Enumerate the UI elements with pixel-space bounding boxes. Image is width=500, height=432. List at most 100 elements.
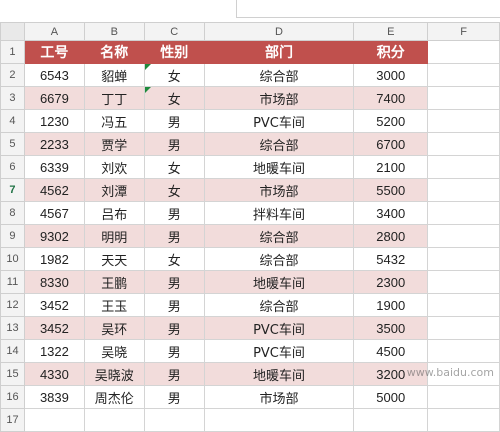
cell-gender[interactable]: 女: [143, 247, 205, 271]
cell-gender[interactable]: 男: [143, 339, 205, 363]
column-header-f[interactable]: F: [427, 22, 500, 41]
header-cell-gender[interactable]: 性别: [143, 40, 205, 64]
row-header[interactable]: 16: [0, 385, 25, 409]
cell-gender[interactable]: 女: [143, 155, 205, 179]
cell-name[interactable]: 周杰伦: [83, 385, 145, 409]
empty-cell[interactable]: [427, 408, 500, 432]
cell-name[interactable]: 贾学: [83, 132, 145, 156]
cell-department[interactable]: PVC车间: [203, 339, 355, 363]
cell-id[interactable]: 8330: [23, 270, 85, 294]
empty-cell[interactable]: [23, 408, 85, 432]
empty-cell[interactable]: [427, 339, 500, 363]
cell-name[interactable]: 吴晓: [83, 339, 145, 363]
cell-id[interactable]: 4567: [23, 201, 85, 225]
cell-department[interactable]: 综合部: [203, 224, 355, 248]
empty-cell[interactable]: [427, 224, 500, 248]
cell-name[interactable]: 刘欢: [83, 155, 145, 179]
cell-points[interactable]: 2800: [353, 224, 429, 248]
cell-name[interactable]: 吴环: [83, 316, 145, 340]
cell-id[interactable]: 2233: [23, 132, 85, 156]
cell-department[interactable]: 市场部: [203, 178, 355, 202]
cell-gender[interactable]: 男: [143, 362, 205, 386]
cell-points[interactable]: 7400: [353, 86, 429, 110]
cell-points[interactable]: 5000: [353, 385, 429, 409]
empty-cell[interactable]: [427, 385, 500, 409]
row-header[interactable]: 3: [0, 86, 25, 110]
empty-cell[interactable]: [427, 201, 500, 225]
row-header[interactable]: 7: [0, 178, 25, 202]
empty-cell[interactable]: [427, 270, 500, 294]
cell-id[interactable]: 1322: [23, 339, 85, 363]
cell-id[interactable]: 9302: [23, 224, 85, 248]
empty-cell[interactable]: [427, 316, 500, 340]
row-header[interactable]: 2: [0, 63, 25, 87]
cell-points[interactable]: 3400: [353, 201, 429, 225]
cell-id[interactable]: 6339: [23, 155, 85, 179]
header-cell-department[interactable]: 部门: [203, 40, 355, 64]
cell-id[interactable]: 3452: [23, 316, 85, 340]
empty-cell[interactable]: [427, 132, 500, 156]
cell-name[interactable]: 吕布: [83, 201, 145, 225]
cell-points[interactable]: 5200: [353, 109, 429, 133]
row-header[interactable]: 5: [0, 132, 25, 156]
cell-points[interactable]: 2100: [353, 155, 429, 179]
cell-department[interactable]: 地暖车间: [203, 155, 355, 179]
cell-gender[interactable]: 男: [143, 293, 205, 317]
empty-cell[interactable]: [427, 109, 500, 133]
cell-points[interactable]: 1900: [353, 293, 429, 317]
cell-points[interactable]: 5432: [353, 247, 429, 271]
row-header[interactable]: 1: [0, 40, 25, 64]
cell-department[interactable]: 综合部: [203, 293, 355, 317]
header-cell-name[interactable]: 名称: [83, 40, 145, 64]
cell-id[interactable]: 1230: [23, 109, 85, 133]
empty-cell[interactable]: [353, 408, 429, 432]
row-header[interactable]: 14: [0, 339, 25, 363]
empty-cell[interactable]: [83, 408, 145, 432]
empty-cell[interactable]: [427, 86, 500, 110]
row-header[interactable]: 15: [0, 362, 25, 386]
cell-department[interactable]: 拌料车间: [203, 201, 355, 225]
cell-points[interactable]: 4500: [353, 339, 429, 363]
cell-name[interactable]: 明明: [83, 224, 145, 248]
cell-points[interactable]: 2300: [353, 270, 429, 294]
column-header-e[interactable]: E: [353, 22, 429, 41]
cell-department[interactable]: 综合部: [203, 247, 355, 271]
cell-id[interactable]: 6679: [23, 86, 85, 110]
cell-points[interactable]: 3000: [353, 63, 429, 87]
cell-department[interactable]: 综合部: [203, 63, 355, 87]
empty-cell[interactable]: [427, 293, 500, 317]
cell-id[interactable]: 4562: [23, 178, 85, 202]
cell-id[interactable]: 3839: [23, 385, 85, 409]
cell-name[interactable]: 王鹏: [83, 270, 145, 294]
cell-department[interactable]: 市场部: [203, 86, 355, 110]
cell-points[interactable]: 6700: [353, 132, 429, 156]
cell-gender[interactable]: 男: [143, 270, 205, 294]
cell-gender[interactable]: 女: [143, 178, 205, 202]
header-cell-points[interactable]: 积分: [353, 40, 429, 64]
cell-points[interactable]: 3500: [353, 316, 429, 340]
empty-cell[interactable]: [427, 155, 500, 179]
cell-gender[interactable]: 男: [143, 201, 205, 225]
row-header[interactable]: 11: [0, 270, 25, 294]
cell-name[interactable]: 天天: [83, 247, 145, 271]
empty-cell[interactable]: [427, 247, 500, 271]
column-header-a[interactable]: A: [23, 22, 85, 41]
cell-department[interactable]: 地暖车间: [203, 270, 355, 294]
cell-gender[interactable]: 男: [143, 109, 205, 133]
empty-cell[interactable]: [143, 408, 205, 432]
cell-department[interactable]: 综合部: [203, 132, 355, 156]
cell-gender[interactable]: 男: [143, 132, 205, 156]
row-header[interactable]: 17: [0, 408, 25, 432]
cell-points[interactable]: 5500: [353, 178, 429, 202]
row-header[interactable]: 6: [0, 155, 25, 179]
cell-id[interactable]: 3452: [23, 293, 85, 317]
cell-department[interactable]: PVC车间: [203, 109, 355, 133]
row-header[interactable]: 12: [0, 293, 25, 317]
column-header-b[interactable]: B: [83, 22, 145, 41]
cell-department[interactable]: PVC车间: [203, 316, 355, 340]
cell-name[interactable]: 冯五: [83, 109, 145, 133]
cell-id[interactable]: 6543: [23, 63, 85, 87]
header-cell-id[interactable]: 工号: [23, 40, 85, 64]
empty-cell[interactable]: [427, 63, 500, 87]
cell-gender[interactable]: 男: [143, 385, 205, 409]
